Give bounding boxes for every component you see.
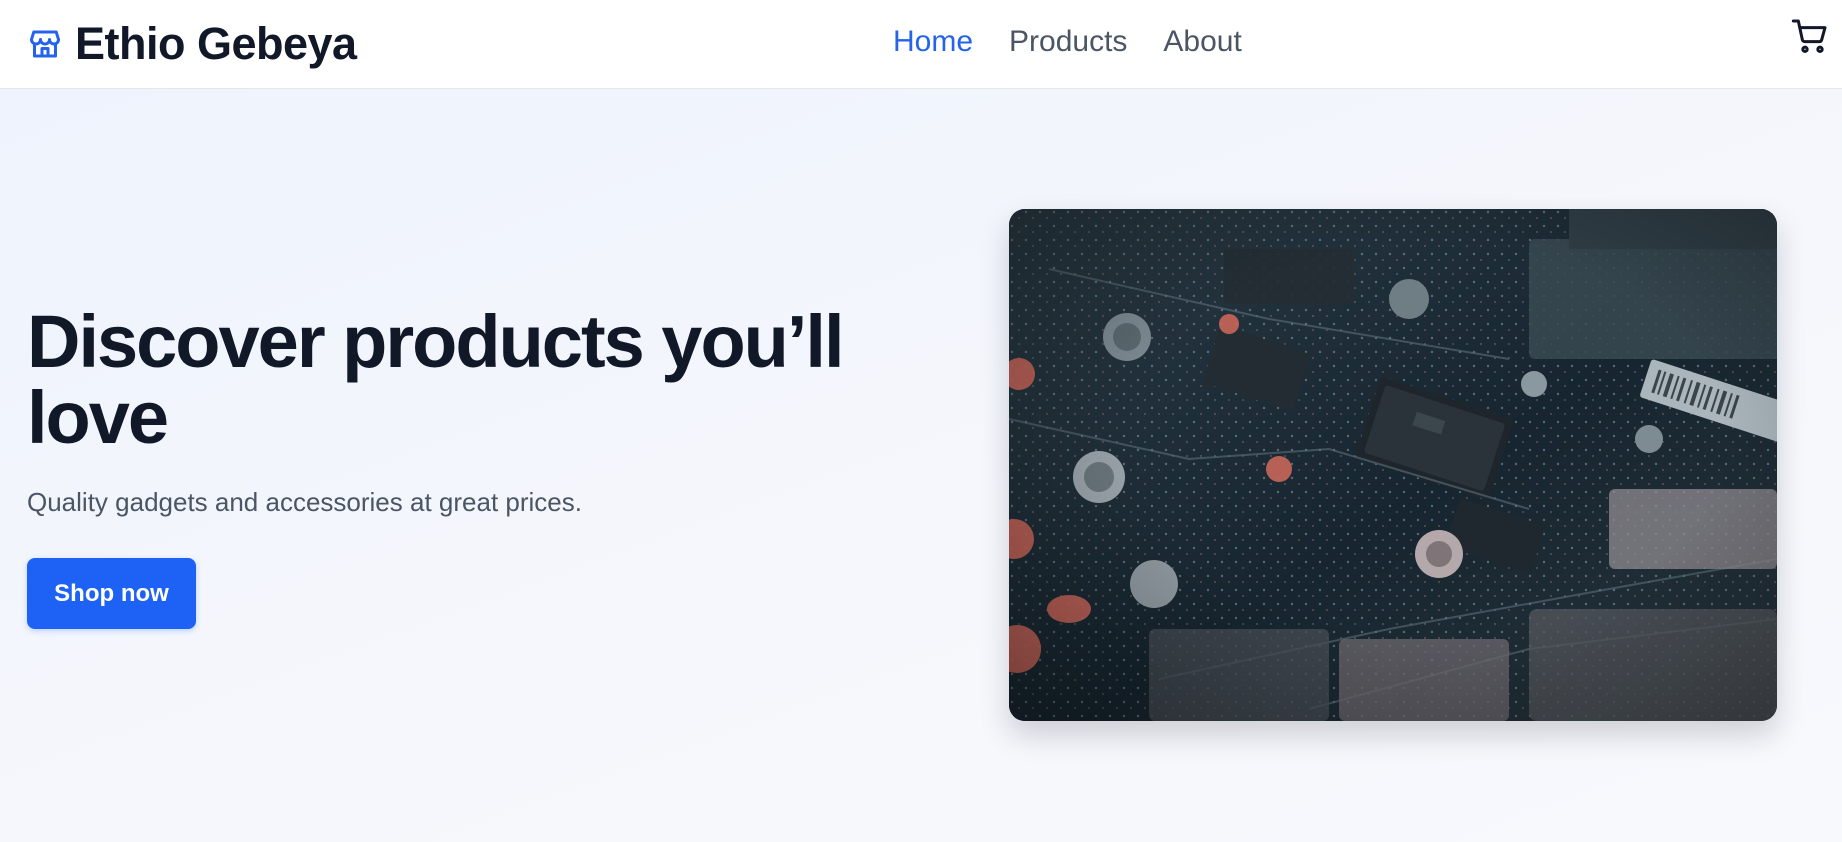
shopping-cart-icon[interactable] <box>1790 16 1830 56</box>
hero-product-image <box>1009 209 1777 721</box>
brand-link[interactable]: Ethio Gebeya <box>27 18 357 70</box>
hero-subtitle: Quality gadgets and accessories at great… <box>27 487 582 517</box>
storefront-icon <box>30 30 60 58</box>
main-nav: Home Products About <box>893 20 1242 64</box>
hero-title: Discover products you’ll love <box>27 300 845 459</box>
hero-section: Discover products you’ll love Quality ga… <box>0 89 1842 842</box>
site-header: Ethio Gebeya Home Products About <box>0 0 1842 89</box>
nav-about-link[interactable]: About <box>1163 25 1241 59</box>
shop-now-button[interactable]: Shop now <box>27 558 196 629</box>
brand-name: Ethio Gebeya <box>75 18 357 69</box>
nav-products-link[interactable]: Products <box>1009 25 1127 59</box>
nav-home-link[interactable]: Home <box>893 25 973 59</box>
